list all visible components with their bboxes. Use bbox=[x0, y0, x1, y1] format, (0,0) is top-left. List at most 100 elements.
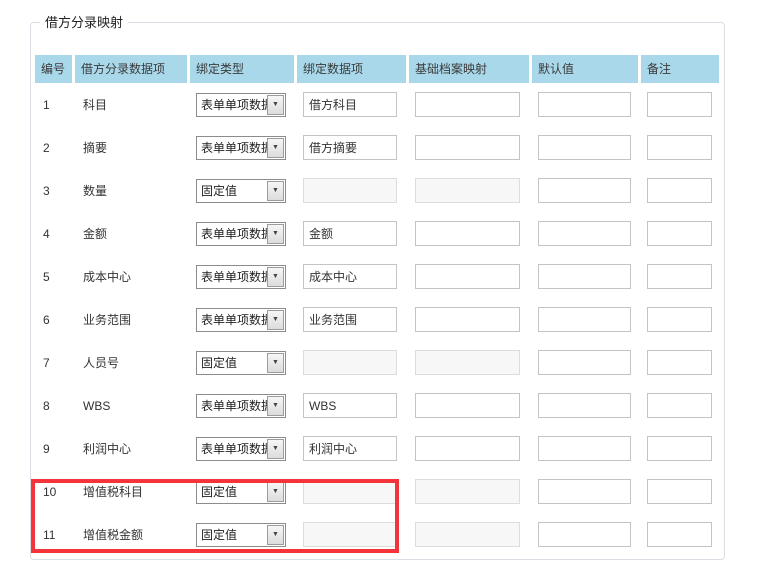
archive-mapping-input[interactable] bbox=[415, 135, 520, 160]
remark-input[interactable] bbox=[647, 307, 712, 332]
bind-type-select[interactable]: 表单单项数据▼ bbox=[196, 136, 286, 160]
table-row: 11增值税金额固定值▼ bbox=[35, 513, 724, 556]
archive-mapping-input[interactable] bbox=[415, 264, 520, 289]
bind-data-input bbox=[303, 350, 397, 375]
header-remark: 备注 bbox=[641, 55, 719, 83]
table-row: 4金额表单单项数据▼ bbox=[35, 212, 724, 255]
default-value-input[interactable] bbox=[538, 479, 631, 504]
table-row: 9利润中心表单单项数据▼ bbox=[35, 427, 724, 470]
chevron-down-icon[interactable]: ▼ bbox=[267, 396, 284, 416]
bind-type-select[interactable]: 固定值▼ bbox=[196, 523, 286, 547]
archive-mapping-input[interactable] bbox=[415, 393, 520, 418]
entry-item-label: 数量 bbox=[75, 169, 187, 212]
row-number: 8 bbox=[35, 384, 72, 427]
remark-input[interactable] bbox=[647, 264, 712, 289]
default-value-input[interactable] bbox=[538, 92, 631, 117]
row-number: 6 bbox=[35, 298, 72, 341]
page: 借方分录映射 编号 借方分录数据项 绑定类型 绑定数据项 基础档案映射 默认值 … bbox=[0, 0, 758, 576]
default-value-input[interactable] bbox=[538, 221, 631, 246]
default-value-input[interactable] bbox=[538, 135, 631, 160]
table-row: 2摘要表单单项数据▼ bbox=[35, 126, 724, 169]
bind-data-input bbox=[303, 479, 397, 504]
bind-type-select[interactable]: 固定值▼ bbox=[196, 179, 286, 203]
bind-type-select[interactable]: 表单单项数据▼ bbox=[196, 265, 286, 289]
default-value-input[interactable] bbox=[538, 393, 631, 418]
bind-type-selected-value: 表单单项数据 bbox=[201, 309, 268, 331]
remark-input[interactable] bbox=[647, 436, 712, 461]
archive-mapping-input[interactable] bbox=[415, 92, 520, 117]
chevron-down-icon[interactable]: ▼ bbox=[267, 482, 284, 502]
bind-type-select[interactable]: 表单单项数据▼ bbox=[196, 93, 286, 117]
bind-type-select[interactable]: 固定值▼ bbox=[196, 351, 286, 375]
default-value-input[interactable] bbox=[538, 436, 631, 461]
bind-type-select[interactable]: 固定值▼ bbox=[196, 480, 286, 504]
panel-title: 借方分录映射 bbox=[40, 14, 128, 31]
entry-item-label: 金额 bbox=[75, 212, 187, 255]
chevron-down-icon[interactable]: ▼ bbox=[267, 267, 284, 287]
archive-mapping-input[interactable] bbox=[415, 307, 520, 332]
remark-input[interactable] bbox=[647, 135, 712, 160]
remark-input[interactable] bbox=[647, 178, 712, 203]
table-row: 7人员号固定值▼ bbox=[35, 341, 724, 384]
bind-type-selected-value: 表单单项数据 bbox=[201, 223, 268, 245]
default-value-input[interactable] bbox=[538, 522, 631, 547]
bind-data-input[interactable] bbox=[303, 307, 397, 332]
table-row: 8WBS 表单单项数据▼ bbox=[35, 384, 724, 427]
archive-mapping-input[interactable] bbox=[415, 436, 520, 461]
header-default-value: 默认值 bbox=[532, 55, 638, 83]
header-archive-mapping: 基础档案映射 bbox=[409, 55, 529, 83]
bind-data-input[interactable] bbox=[303, 436, 397, 461]
bind-type-selected-value: 表单单项数据 bbox=[201, 266, 268, 288]
chevron-down-icon[interactable]: ▼ bbox=[267, 353, 284, 373]
chevron-down-icon[interactable]: ▼ bbox=[267, 310, 284, 330]
table-row: 3数量固定值▼ bbox=[35, 169, 724, 212]
table-row: 10增值税科目固定值▼ bbox=[35, 470, 724, 513]
archive-mapping-input bbox=[415, 178, 520, 203]
entry-item-label: 业务范围 bbox=[75, 298, 187, 341]
bind-type-select[interactable]: 表单单项数据▼ bbox=[196, 222, 286, 246]
entry-item-label: 增值税科目 bbox=[75, 470, 187, 513]
table-header: 编号 借方分录数据项 绑定类型 绑定数据项 基础档案映射 默认值 备注 bbox=[35, 55, 724, 83]
bind-data-input[interactable] bbox=[303, 135, 397, 160]
entry-item-label: 利润中心 bbox=[75, 427, 187, 470]
chevron-down-icon[interactable]: ▼ bbox=[267, 181, 284, 201]
entry-item-label: WBS bbox=[75, 384, 187, 427]
table-body: 1科目表单单项数据▼2摘要表单单项数据▼3数量固定值▼4金额表单单项数据▼5成本… bbox=[31, 83, 724, 556]
bind-type-select[interactable]: 表单单项数据▼ bbox=[196, 308, 286, 332]
default-value-input[interactable] bbox=[538, 307, 631, 332]
bind-type-select[interactable]: 表单单项数据▼ bbox=[196, 394, 286, 418]
default-value-input[interactable] bbox=[538, 350, 631, 375]
bind-data-input bbox=[303, 178, 397, 203]
chevron-down-icon[interactable]: ▼ bbox=[267, 439, 284, 459]
chevron-down-icon[interactable]: ▼ bbox=[267, 525, 284, 545]
bind-type-select[interactable]: 表单单项数据▼ bbox=[196, 437, 286, 461]
remark-input[interactable] bbox=[647, 393, 712, 418]
bind-type-selected-value: 固定值 bbox=[201, 524, 268, 546]
remark-input[interactable] bbox=[647, 479, 712, 504]
archive-mapping-input[interactable] bbox=[415, 221, 520, 246]
bind-data-input[interactable] bbox=[303, 92, 397, 117]
entry-item-label: 摘要 bbox=[75, 126, 187, 169]
remark-input[interactable] bbox=[647, 221, 712, 246]
bind-type-selected-value: 表单单项数据 bbox=[201, 395, 268, 417]
chevron-down-icon[interactable]: ▼ bbox=[267, 138, 284, 158]
row-number: 1 bbox=[35, 83, 72, 126]
remark-input[interactable] bbox=[647, 522, 712, 547]
row-number: 4 bbox=[35, 212, 72, 255]
row-number: 2 bbox=[35, 126, 72, 169]
bind-data-input[interactable] bbox=[303, 264, 397, 289]
entry-item-label: 增值税金额 bbox=[75, 513, 187, 556]
table-row: 6业务范围表单单项数据▼ bbox=[35, 298, 724, 341]
archive-mapping-input bbox=[415, 479, 520, 504]
debit-entry-mapping-panel: 借方分录映射 编号 借方分录数据项 绑定类型 绑定数据项 基础档案映射 默认值 … bbox=[30, 22, 725, 560]
default-value-input[interactable] bbox=[538, 178, 631, 203]
chevron-down-icon[interactable]: ▼ bbox=[267, 95, 284, 115]
bind-type-selected-value: 固定值 bbox=[201, 481, 268, 503]
remark-input[interactable] bbox=[647, 350, 712, 375]
bind-data-input[interactable] bbox=[303, 221, 397, 246]
bind-type-selected-value: 表单单项数据 bbox=[201, 137, 268, 159]
chevron-down-icon[interactable]: ▼ bbox=[267, 224, 284, 244]
bind-data-input[interactable] bbox=[303, 393, 397, 418]
remark-input[interactable] bbox=[647, 92, 712, 117]
default-value-input[interactable] bbox=[538, 264, 631, 289]
